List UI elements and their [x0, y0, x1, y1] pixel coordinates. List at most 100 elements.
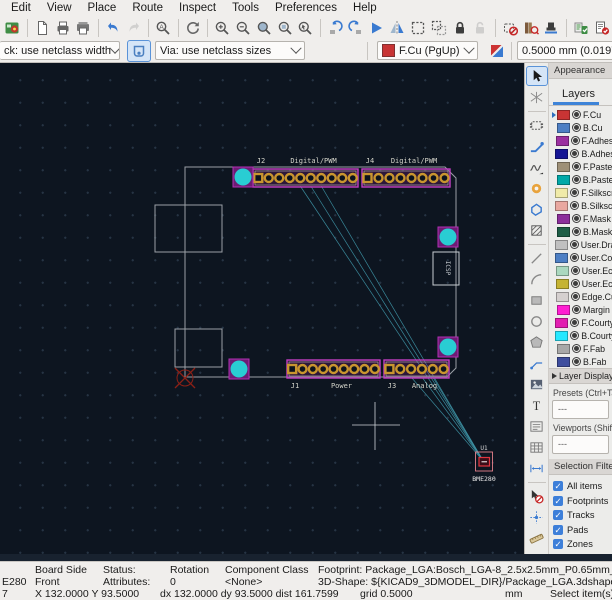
layer-visibility-eye-icon[interactable] — [571, 136, 580, 145]
mounting-hole[interactable] — [229, 359, 249, 379]
presets-select[interactable]: --- — [552, 400, 609, 419]
zoom-selection-button[interactable] — [296, 17, 316, 39]
menu-item-tools[interactable]: Tools — [224, 0, 267, 16]
zoom-objects-button[interactable] — [275, 17, 295, 39]
layer-color-swatch[interactable] — [557, 214, 570, 224]
layer-row-f-mask[interactable]: F.Mask — [549, 212, 612, 225]
layer-row-b-silkscreen[interactable]: B.Silkscreen — [549, 199, 612, 212]
undo-button[interactable] — [103, 17, 123, 39]
track-width-select[interactable]: ck: use netclass width — [0, 41, 120, 60]
mirror-view-button[interactable] — [387, 17, 407, 39]
layer-color-swatch[interactable] — [557, 305, 570, 315]
ungroup-button[interactable] — [429, 17, 449, 39]
layer-row-f-fab[interactable]: F.Fab — [549, 342, 612, 355]
layer-row-b-fab[interactable]: B.Fab — [549, 355, 612, 368]
layer-color-swatch[interactable] — [555, 188, 568, 198]
add-footprint-button[interactable] — [526, 115, 548, 135]
draw-circle-button[interactable] — [526, 311, 548, 331]
layer-visibility-eye-icon[interactable] — [571, 279, 580, 288]
menu-item-route[interactable]: Route — [124, 0, 171, 16]
mounting-hole[interactable] — [438, 337, 458, 357]
find-button[interactable]: A — [153, 17, 173, 39]
menu-item-help[interactable]: Help — [345, 0, 385, 16]
local-ratsnest-button[interactable] — [526, 87, 548, 107]
layer-color-swatch[interactable] — [555, 149, 568, 159]
layer-row-user-eco1[interactable]: User.Eco1 — [549, 264, 612, 277]
plot-button[interactable] — [74, 17, 94, 39]
layer-row-edge-cuts[interactable]: Edge.Cuts — [549, 290, 612, 303]
page-settings-button[interactable] — [32, 17, 52, 39]
rotate-ccw-button[interactable] — [325, 17, 345, 39]
group-button[interactable] — [408, 17, 428, 39]
mounting-hole[interactable] — [233, 167, 253, 187]
layer-color-swatch[interactable] — [556, 266, 569, 276]
dimension-button[interactable] — [526, 458, 548, 478]
layer-color-swatch[interactable] — [557, 357, 570, 367]
pcb-canvas[interactable]: J2Digital/PWMJ4Digital/PWMJ1PowerJ3Analo… — [0, 63, 524, 554]
delete-button[interactable] — [526, 486, 548, 506]
layer-color-swatch[interactable] — [555, 318, 568, 328]
layer-display-toggle[interactable]: Layer Display — [549, 368, 612, 384]
library-browser-button[interactable] — [521, 17, 541, 39]
zoom-out-button[interactable] — [233, 17, 253, 39]
layer-row-f-cu[interactable]: F.Cu — [549, 108, 612, 121]
layer-visibility-eye-icon[interactable] — [572, 227, 581, 236]
layer-row-f-adhesive[interactable]: F.Adhesive — [549, 134, 612, 147]
layer-row-b-paste[interactable]: B.Paste — [549, 173, 612, 186]
route-tracks-button[interactable] — [526, 136, 548, 156]
layer-color-swatch[interactable] — [557, 162, 570, 172]
draw-arc-button[interactable] — [526, 269, 548, 289]
image-button[interactable] — [526, 374, 548, 394]
layer-row-b-courtyard[interactable]: B.Courtyard — [549, 329, 612, 342]
layer-color-swatch[interactable] — [555, 240, 568, 250]
hide-footprints-button[interactable] — [500, 17, 520, 39]
layer-row-user-comments[interactable]: User.Comments — [549, 251, 612, 264]
layer-color-swatch[interactable] — [555, 253, 568, 263]
layer-visibility-eye-icon[interactable] — [572, 344, 581, 353]
flip-view-button[interactable] — [367, 17, 387, 39]
grid-size-select[interactable]: 0.5000 mm (0.0197 in) — [517, 41, 612, 60]
board-setup-button[interactable] — [3, 17, 23, 39]
layer-visibility-eye-icon[interactable] — [570, 253, 579, 262]
checkbox[interactable]: ✓ — [553, 525, 563, 535]
layer-row-user-drawings[interactable]: User.Drawings — [549, 238, 612, 251]
layer-row-b-cu[interactable]: B.Cu — [549, 121, 612, 134]
textbox-button[interactable] — [526, 416, 548, 436]
via-size-select[interactable]: Via: use netclass sizes — [155, 41, 305, 60]
tab-layers[interactable]: Layers — [549, 88, 601, 105]
add-via-button[interactable] — [526, 178, 548, 198]
connector-j2[interactable]: J2Digital/PWM — [253, 157, 358, 187]
layer-visibility-eye-icon[interactable] — [572, 357, 581, 366]
layer-visibility-eye-icon[interactable] — [570, 149, 579, 158]
draw-rect-button[interactable] — [526, 290, 548, 310]
select-button[interactable] — [526, 66, 548, 86]
checkbox[interactable]: ✓ — [553, 539, 563, 549]
zoom-fit-button[interactable] — [254, 17, 274, 39]
layer-row-f-paste[interactable]: F.Paste — [549, 160, 612, 173]
unlock-button[interactable] — [470, 17, 490, 39]
layer-color-swatch[interactable] — [555, 201, 568, 211]
layer-visibility-eye-icon[interactable] — [570, 240, 579, 249]
layer-visibility-eye-icon[interactable] — [572, 305, 581, 314]
print-button[interactable] — [53, 17, 73, 39]
menu-item-preferences[interactable]: Preferences — [267, 0, 345, 16]
layer-row-b-mask[interactable]: B.Mask — [549, 225, 612, 238]
layer-row-f-courtyard[interactable]: F.Courtyard — [549, 316, 612, 329]
measure-button[interactable] — [526, 528, 548, 548]
checkbox[interactable]: ✓ — [553, 510, 563, 520]
menu-item-view[interactable]: View — [39, 0, 80, 16]
layer-visibility-eye-icon[interactable] — [570, 201, 579, 210]
redo-button[interactable] — [124, 17, 144, 39]
auto-via-toggle-button[interactable] — [127, 40, 151, 62]
layer-row-b-adhesive[interactable]: B.Adhesive — [549, 147, 612, 160]
layer-color-swatch[interactable] — [556, 136, 569, 146]
layer-color-swatch[interactable] — [557, 110, 570, 120]
refresh-button[interactable] — [183, 17, 203, 39]
draw-line-button[interactable] — [526, 248, 548, 268]
diff-pairs-button[interactable] — [526, 157, 548, 177]
layer-visibility-eye-icon[interactable] — [572, 110, 581, 119]
menu-item-edit[interactable]: Edit — [3, 0, 39, 16]
active-layer-select[interactable]: F.Cu (PgUp) — [377, 41, 478, 60]
checkbox[interactable]: ✓ — [553, 496, 563, 506]
3d-viewer-button[interactable] — [541, 17, 561, 39]
